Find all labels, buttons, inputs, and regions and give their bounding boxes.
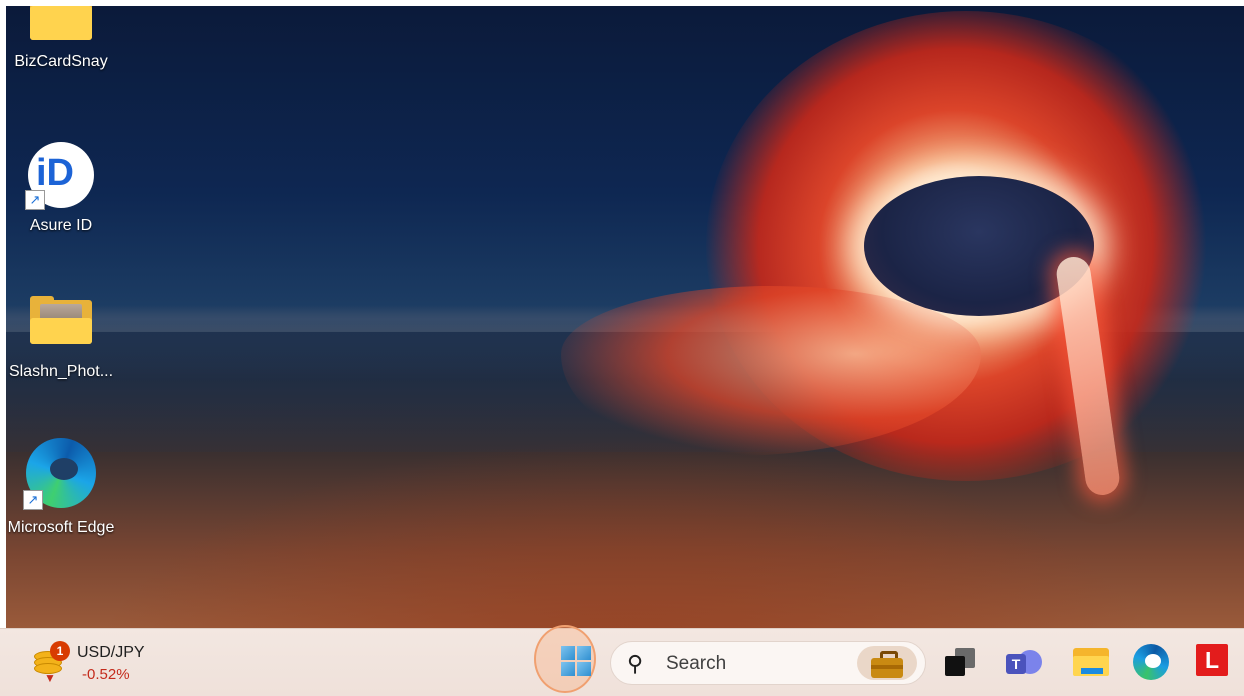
desktop-icon-asure-id[interactable]: iD ↗ Asure ID — [6, 142, 116, 238]
widget-value: -0.52% — [82, 666, 130, 683]
desktop-icon-label: Microsoft Edge — [7, 519, 115, 536]
task-view-icon[interactable] — [945, 648, 975, 676]
search-placeholder: Search — [666, 653, 727, 674]
edge-icon: ↗ — [23, 438, 96, 510]
briefcase-icon — [869, 650, 905, 678]
search-box[interactable]: ⚲ Search — [610, 641, 926, 685]
desktop-icon-bizcardsnay[interactable]: BizCardSnay — [6, 6, 116, 74]
desktop-icon-slashn-photos[interactable]: Slashn_Phot... — [6, 296, 116, 384]
desktop-icon-label: Slashn_Phot... — [8, 363, 114, 380]
notification-badge: 1 — [50, 641, 70, 661]
desktop-wallpaper: BizCardSnay iD ↗ Asure ID Slashn_Phot...… — [6, 6, 1244, 628]
search-icon: ⚲ — [627, 651, 644, 676]
l-app-icon[interactable]: L — [1196, 644, 1228, 676]
down-arrow-icon: ▼ — [44, 671, 56, 685]
desktop-icon-label: BizCardSnay — [14, 53, 108, 70]
file-explorer-icon[interactable] — [1071, 646, 1111, 678]
desktop-icon-microsoft-edge[interactable]: ↗ Microsoft Edge — [6, 438, 116, 540]
folder-icon — [30, 296, 92, 344]
folder-icon — [30, 6, 92, 40]
taskbar: 1 ▼ USD/JPY -0.52% ⚲ Search — [0, 625, 1244, 696]
start-icon[interactable] — [561, 646, 591, 676]
desktop-icon-label: Asure ID — [29, 217, 93, 234]
widget-title: USD/JPY — [77, 644, 145, 661]
currency-widget[interactable]: 1 ▼ USD/JPY -0.52% — [30, 635, 200, 691]
shortcut-arrow-icon: ↗ — [23, 490, 43, 510]
asure-id-icon: iD ↗ — [25, 142, 94, 210]
teams-icon[interactable]: T — [1006, 644, 1044, 678]
shortcut-arrow-icon: ↗ — [25, 190, 45, 210]
edge-icon[interactable] — [1133, 644, 1169, 680]
asure-id-mark: iD — [36, 152, 74, 194]
